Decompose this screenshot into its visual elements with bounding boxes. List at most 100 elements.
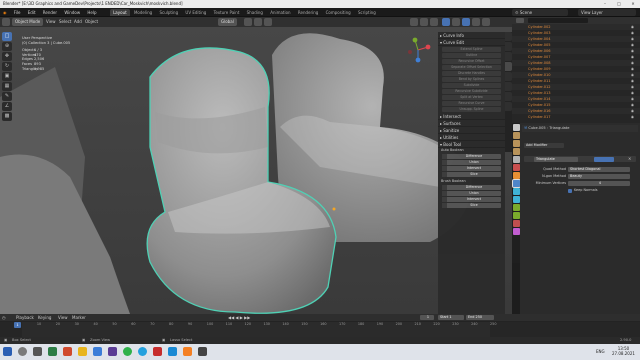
app-icon[interactable]: [93, 347, 102, 356]
curve-op-button[interactable]: Recursive Subdivide: [442, 89, 501, 94]
menu-playback[interactable]: Playback: [14, 314, 36, 321]
curve-op-button[interactable]: Extend Spline: [442, 47, 501, 52]
clock[interactable]: 13:50 27.08.2021: [612, 346, 635, 356]
curve-op-button[interactable]: Recursive Curve: [442, 101, 501, 106]
tab-animation[interactable]: Animation: [267, 9, 293, 16]
brush-intersect-button[interactable]: Intersect: [442, 197, 501, 202]
section-curve-edit[interactable]: ▾ Curve Edit: [438, 39, 505, 46]
navigation-gizmo-icon[interactable]: [404, 36, 432, 64]
start-button-icon[interactable]: [3, 347, 12, 356]
overlay-toggle-icon[interactable]: [430, 18, 438, 26]
transform-orientation-dropdown[interactable]: Global: [218, 18, 237, 26]
curve-op-button[interactable]: Recursive Offset: [442, 59, 501, 64]
curve-op-button[interactable]: Bend by Splines: [442, 77, 501, 82]
sidebar-tab[interactable]: [505, 52, 512, 61]
menu-view[interactable]: View: [56, 314, 70, 321]
texture-tab-icon[interactable]: [513, 228, 520, 235]
scene-selector[interactable]: ⚙ Scene: [512, 9, 568, 16]
object-tab-icon[interactable]: [513, 172, 520, 179]
scale-icon[interactable]: ▣: [2, 72, 12, 81]
view-layer-tab-icon[interactable]: [513, 148, 520, 155]
pivot-icon[interactable]: [244, 18, 252, 26]
output-tab-icon[interactable]: [513, 140, 520, 147]
app-icon[interactable]: [168, 347, 177, 356]
section-utilities[interactable]: ▸ Utilities: [438, 134, 505, 141]
menu-view[interactable]: View: [44, 18, 58, 26]
menu-add[interactable]: Add: [72, 18, 84, 26]
brush-slice-button[interactable]: Slice: [442, 203, 501, 208]
app-icon[interactable]: [198, 347, 207, 356]
sidebar-tab[interactable]: [505, 42, 512, 51]
mode-dropdown[interactable]: Object Mode: [12, 18, 44, 26]
maximize-button[interactable]: □: [612, 0, 626, 8]
tab-rendering[interactable]: Rendering: [295, 9, 321, 16]
sidebar-tab[interactable]: [505, 62, 512, 71]
rotate-icon[interactable]: ↻: [2, 62, 12, 71]
min-vertices-field[interactable]: 4: [568, 181, 630, 186]
annotate-icon[interactable]: ✎: [2, 92, 12, 101]
tab-uv-editing[interactable]: UV Editing: [182, 9, 209, 16]
render-tab-icon[interactable]: [513, 132, 520, 139]
close-icon[interactable]: ×: [628, 156, 631, 161]
shading-solid-icon[interactable]: [462, 18, 470, 26]
current-frame-field[interactable]: 1: [420, 315, 434, 320]
task-view-icon[interactable]: [33, 347, 42, 356]
telegram-icon[interactable]: [138, 347, 147, 356]
minimize-button[interactable]: –: [598, 0, 612, 8]
cursor-icon[interactable]: ⊕: [2, 42, 12, 51]
brush-union-button[interactable]: Union: [442, 191, 501, 196]
section-bool-tool[interactable]: ▾ Bool Tool: [438, 141, 505, 148]
search-icon[interactable]: [18, 347, 27, 356]
app-icon[interactable]: [153, 347, 162, 356]
shading-material-icon[interactable]: [472, 18, 480, 26]
whatsapp-icon[interactable]: [123, 347, 132, 356]
world-tab-icon[interactable]: [513, 164, 520, 171]
tab-texture-paint[interactable]: Texture Paint: [211, 9, 243, 16]
app-icon[interactable]: [48, 347, 57, 356]
timeline-editor-icon[interactable]: ◷: [2, 314, 10, 321]
measure-icon[interactable]: ∠: [2, 102, 12, 111]
curve-op-button[interactable]: Separate Offset Selection: [442, 65, 501, 70]
add-cube-icon[interactable]: ▩: [2, 112, 12, 121]
modifier-name-input[interactable]: Triangulate: [534, 156, 578, 162]
menu-window[interactable]: Window: [61, 8, 83, 17]
outliner-search-input[interactable]: [528, 18, 588, 23]
start-frame-field[interactable]: Start 1: [438, 315, 464, 320]
tab-modeling[interactable]: Modeling: [131, 9, 155, 16]
keyboard-language[interactable]: ENG: [596, 349, 605, 354]
curve-op-button[interactable]: Outline: [442, 53, 501, 58]
physics-tab-icon[interactable]: [513, 196, 520, 203]
blender-logo-icon[interactable]: ◉: [0, 8, 10, 17]
outliner-row[interactable]: Cylinder.017 ◉: [512, 114, 640, 120]
curve-op-button[interactable]: Unsupp. Spline: [442, 107, 501, 112]
menu-marker[interactable]: Marker: [70, 314, 88, 321]
menu-render[interactable]: Render: [40, 8, 60, 17]
menu-file[interactable]: File: [11, 8, 24, 17]
tab-compositing[interactable]: Compositing: [323, 9, 354, 16]
proportional-icon[interactable]: [264, 18, 272, 26]
filter-icon[interactable]: [516, 18, 524, 23]
sidebar-tab[interactable]: [505, 32, 512, 41]
keep-normals-checkbox[interactable]: [568, 188, 572, 193]
folder-icon[interactable]: [78, 347, 87, 356]
brush-difference-button[interactable]: Difference: [442, 185, 501, 190]
modifier-visibility-icons[interactable]: [594, 156, 614, 162]
menu-edit[interactable]: Edit: [25, 8, 39, 17]
menu-select[interactable]: Select: [57, 18, 73, 26]
auto-slice-button[interactable]: Slice: [442, 172, 501, 177]
select-box-icon[interactable]: □: [2, 32, 12, 41]
section-surfaces[interactable]: ▸ Surfaces: [438, 120, 505, 127]
visibility-icon[interactable]: [410, 18, 418, 26]
section-curve-info[interactable]: ▸ Curve Info: [438, 32, 505, 39]
data-tab-icon[interactable]: [513, 212, 520, 219]
gizmo-toggle-icon[interactable]: [420, 18, 428, 26]
ngon-method-dropdown[interactable]: Beauty: [568, 174, 630, 179]
editor-type-icon[interactable]: [2, 18, 10, 26]
shading-wire-icon[interactable]: [452, 18, 460, 26]
auto-union-button[interactable]: Union: [442, 160, 501, 165]
modifier-header[interactable]: Triangulate ×: [524, 156, 636, 162]
section-intersect[interactable]: ▸ Intersect: [438, 113, 505, 120]
snap-icon[interactable]: [254, 18, 262, 26]
tab-sculpting[interactable]: Sculpting: [156, 9, 181, 16]
move-icon[interactable]: ✥: [2, 52, 12, 61]
